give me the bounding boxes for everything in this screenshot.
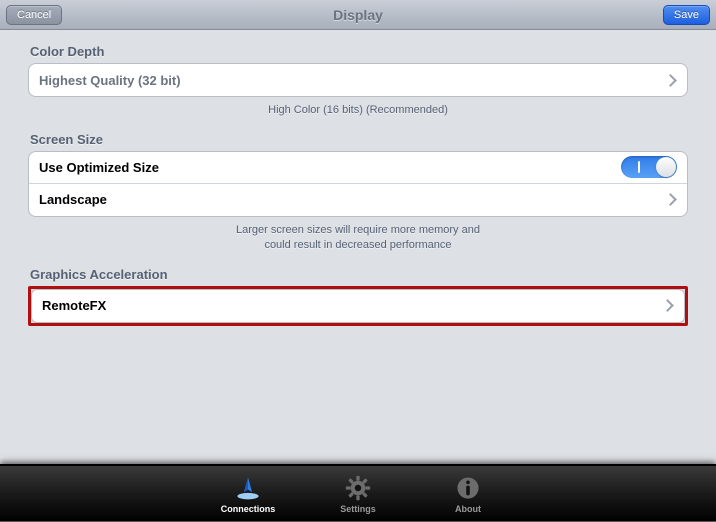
chevron-right-icon: [664, 193, 677, 206]
navbar: Cancel Display Save: [0, 0, 716, 30]
content: Color Depth Highest Quality (32 bit) Hig…: [0, 30, 716, 464]
chevron-right-icon: [661, 299, 674, 312]
save-button[interactable]: Save: [663, 5, 710, 25]
page-title: Display: [0, 7, 716, 23]
connections-icon: [234, 474, 262, 502]
tabbar: Connections Settings: [0, 464, 716, 522]
highlight-graphics: RemoteFX: [28, 286, 688, 326]
gear-icon: [344, 474, 372, 502]
orientation-value: Landscape: [39, 192, 666, 207]
tab-settings[interactable]: Settings: [318, 474, 398, 514]
tab-connections[interactable]: Connections: [208, 474, 288, 514]
row-remotefx[interactable]: RemoteFX: [32, 290, 684, 322]
tab-label: Connections: [221, 504, 276, 514]
tab-about[interactable]: About: [428, 474, 508, 514]
section-header-screen-size: Screen Size: [30, 132, 686, 147]
cancel-button[interactable]: Cancel: [6, 5, 62, 25]
group-screen-size: Use Optimized Size Landscape: [28, 151, 688, 217]
hint-screen-size: Larger screen sizes will require more me…: [228, 223, 488, 253]
group-color-depth: Highest Quality (32 bit): [28, 63, 688, 97]
tab-label: Settings: [340, 504, 376, 514]
optimized-size-label: Use Optimized Size: [39, 160, 621, 175]
section-header-color-depth: Color Depth: [30, 44, 686, 59]
row-color-depth[interactable]: Highest Quality (32 bit): [29, 64, 687, 96]
tab-label: About: [455, 504, 481, 514]
group-graphics: RemoteFX: [31, 289, 685, 323]
graphics-value: RemoteFX: [42, 298, 663, 313]
hint-color-depth: High Color (16 bits) (Recommended): [228, 103, 488, 118]
optimized-size-toggle[interactable]: [621, 156, 677, 178]
row-use-optimized-size[interactable]: Use Optimized Size: [29, 152, 687, 184]
section-header-graphics: Graphics Acceleration: [30, 267, 686, 282]
info-icon: [454, 474, 482, 502]
color-depth-value: Highest Quality (32 bit): [39, 73, 666, 88]
chevron-right-icon: [664, 74, 677, 87]
row-orientation[interactable]: Landscape: [29, 184, 687, 216]
